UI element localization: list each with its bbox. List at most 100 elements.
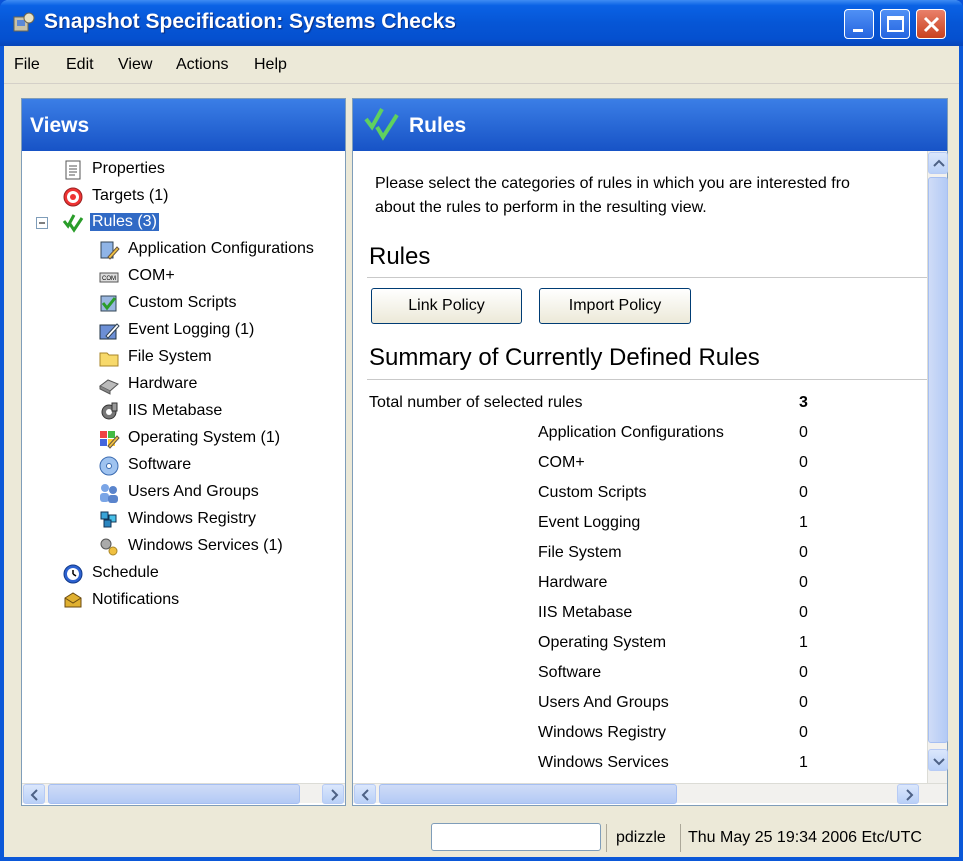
scroll-left-button[interactable]	[23, 784, 45, 804]
minimize-icon	[853, 29, 863, 32]
category-name: Application Configurations	[538, 424, 724, 441]
rules-panel-header: Rules	[353, 99, 947, 151]
category-count: 0	[799, 664, 808, 681]
category-count: 1	[799, 634, 808, 651]
category-name: Windows Registry	[538, 724, 667, 741]
intro-text-line1: Please select the categories of rules in…	[375, 175, 850, 192]
import-policy-button[interactable]: Import Policy	[539, 288, 691, 324]
rules-content: Please select the categories of rules in…	[353, 151, 927, 783]
scroll-up-button[interactable]	[928, 152, 948, 174]
category-count: 0	[799, 454, 808, 471]
menu-file[interactable]: File	[14, 56, 40, 74]
menu-actions[interactable]: Actions	[176, 56, 228, 74]
category-count: 0	[799, 484, 808, 501]
status-datetime: Thu May 25 19:34 2006 Etc/UTC	[688, 829, 922, 846]
rules-heading: Rules	[369, 243, 431, 270]
category-count: 0	[799, 424, 808, 441]
status-separator	[606, 824, 607, 852]
category-count: 0	[799, 544, 808, 561]
close-icon	[923, 16, 940, 33]
scroll-down-button[interactable]	[928, 749, 948, 771]
com-icon: COM	[99, 272, 119, 283]
registry-icon	[100, 511, 117, 528]
category-name: Custom Scripts	[538, 484, 647, 501]
menu-help[interactable]: Help	[254, 56, 287, 74]
tree-item-label: Schedule	[92, 564, 159, 581]
intro-text-line2: about the rules to perform in the result…	[375, 199, 707, 216]
tree-item-label: Users And Groups	[128, 483, 259, 500]
tree-item-label: Rules (3)	[90, 213, 159, 231]
app-icon	[13, 12, 35, 32]
views-panel-header: Views	[22, 99, 345, 151]
arrow-left-icon	[361, 789, 369, 801]
category-name: COM+	[538, 454, 585, 471]
app-config-icon	[100, 241, 120, 260]
tree-item-label: Software	[128, 456, 192, 473]
scroll-right-button[interactable]	[897, 784, 919, 804]
minimize-button[interactable]	[844, 9, 874, 39]
rules-vertical-scrollbar[interactable]	[927, 151, 948, 783]
category-name: Windows Services	[538, 754, 669, 771]
target-icon	[63, 187, 83, 207]
app-window: Snapshot Specification: Systems Checks F…	[0, 0, 963, 861]
tree-item-label: Properties	[92, 160, 165, 177]
services-icon	[100, 538, 118, 556]
clock-icon	[63, 564, 83, 584]
views-panel: Views Properties Targets (1) Rules (3) A…	[21, 98, 346, 806]
tree-item-label: Hardware	[128, 375, 198, 392]
tree-item-label: Custom Scripts	[128, 294, 237, 311]
notification-icon	[64, 592, 82, 608]
rules-horizontal-scrollbar[interactable]	[353, 783, 947, 804]
status-separator	[680, 824, 681, 852]
tree-item-label: Windows Services (1)	[128, 537, 283, 554]
menu-view[interactable]: View	[118, 56, 152, 74]
category-count: 0	[799, 574, 808, 591]
arrow-left-icon	[30, 789, 38, 801]
script-icon	[100, 295, 117, 312]
title-bar[interactable]: Snapshot Specification: Systems Checks	[0, 0, 963, 46]
summary-heading: Summary of Currently Defined Rules	[369, 344, 760, 371]
category-count: 1	[799, 754, 808, 771]
link-policy-button[interactable]: Link Policy	[371, 288, 522, 324]
scroll-thumb[interactable]	[928, 177, 948, 743]
category-count: 0	[799, 724, 808, 741]
event-log-icon	[99, 323, 120, 340]
total-value: 3	[799, 394, 808, 411]
category-count: 1	[799, 514, 808, 531]
category-count: 0	[799, 604, 808, 621]
document-icon	[65, 160, 81, 180]
tree-item-label: Targets (1)	[92, 187, 169, 204]
category-name: Event Logging	[538, 514, 641, 531]
menu-edit[interactable]: Edit	[66, 56, 94, 74]
scroll-thumb[interactable]	[48, 784, 300, 804]
category-name: Software	[538, 664, 602, 681]
iis-icon	[101, 402, 118, 420]
category-name: IIS Metabase	[538, 604, 633, 621]
scroll-thumb[interactable]	[379, 784, 677, 804]
os-icon	[100, 431, 120, 449]
hardware-icon	[99, 379, 119, 395]
arrow-right-icon	[906, 789, 914, 801]
views-horizontal-scrollbar[interactable]	[22, 783, 345, 804]
status-progress-field	[431, 823, 601, 851]
scroll-right-button[interactable]	[322, 784, 344, 804]
svg-text:COM: COM	[102, 276, 116, 282]
scroll-left-button[interactable]	[354, 784, 376, 804]
close-button[interactable]	[916, 9, 946, 39]
tree-item-label: Windows Registry	[128, 510, 257, 527]
collapse-toggle-icon[interactable]	[36, 217, 48, 229]
arrow-up-icon	[933, 159, 945, 167]
folder-icon	[99, 352, 119, 367]
tree-item-label: Operating System (1)	[128, 429, 281, 446]
divider	[367, 277, 927, 278]
tree-item-label: IIS Metabase	[128, 402, 223, 419]
tree-item-label: Application Configurations	[128, 240, 314, 257]
category-name: Operating System	[538, 634, 667, 651]
divider	[367, 379, 927, 380]
status-user: pdizzle	[616, 829, 666, 846]
maximize-button[interactable]	[880, 9, 910, 39]
checkmarks-icon	[364, 108, 399, 141]
arrow-down-icon	[933, 758, 945, 766]
checkmarks-icon	[62, 214, 84, 233]
rules-panel-title: Rules	[409, 114, 467, 137]
